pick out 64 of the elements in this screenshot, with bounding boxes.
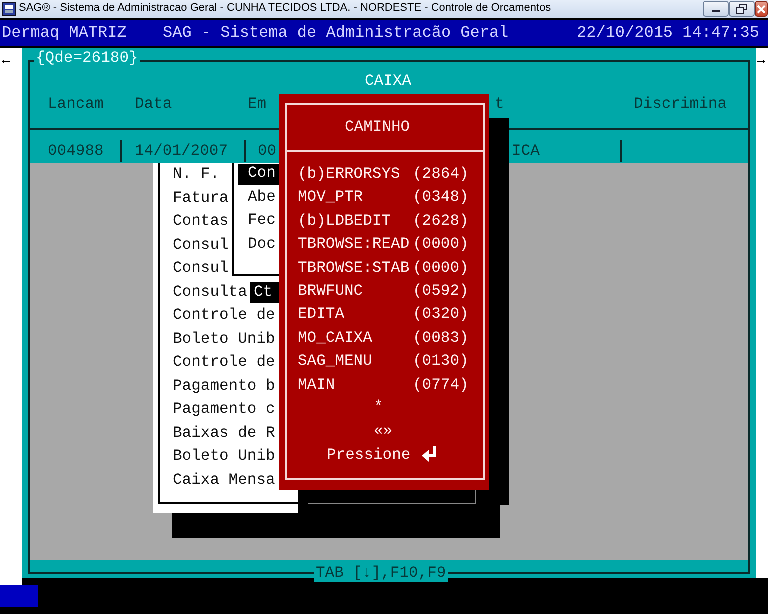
line-number: (0348) xyxy=(413,190,469,206)
call-name: EDITA xyxy=(298,307,345,323)
company-name: Dermaq MATRIZ xyxy=(2,25,127,41)
enter-icon xyxy=(421,445,439,463)
call-name: (b)ERRORSYS xyxy=(298,167,400,182)
close-button[interactable] xyxy=(755,1,768,17)
column-header: t xyxy=(495,97,504,112)
record-count: {Qde=26180} xyxy=(34,51,140,66)
call-name: BRWFUNC xyxy=(298,284,364,300)
restore-button[interactable] xyxy=(729,1,755,17)
line-number: (0320) xyxy=(413,307,469,323)
marker-text: * xyxy=(374,400,384,416)
call-name: MO_CAIXA xyxy=(298,330,372,346)
column-header: Lancam xyxy=(48,97,104,112)
menu-item[interactable]: Consul xyxy=(173,238,229,253)
call-name: TBROWSE:STAB xyxy=(298,260,410,276)
line-number: (0592) xyxy=(413,284,469,300)
line-number: (2864) xyxy=(413,167,469,182)
table-cell: 14/01/2007 xyxy=(135,144,228,160)
menu-item[interactable]: Boleto Unib xyxy=(173,332,276,347)
system-title: SAG - Sistema de Administracão Geral xyxy=(163,25,509,41)
scroll-left-arrow[interactable]: ← xyxy=(2,54,10,68)
menu-item[interactable]: Pagamento c xyxy=(173,402,276,418)
menu-item[interactable]: Pagamento b xyxy=(173,378,276,394)
menu-item[interactable]: Controle de xyxy=(173,308,276,324)
menu-item[interactable]: Contas xyxy=(173,214,229,230)
call-name: MOV_PTR xyxy=(298,190,364,206)
menu-item[interactable]: Baixas de R xyxy=(173,426,276,441)
restore-icon xyxy=(736,4,748,14)
window-title: SAG® - Sistema de Administracao Geral - CUNHA TECIDOS LTDA. - NORDESTE - Controle de Orcamentos xyxy=(19,3,552,14)
table-cell: 00 xyxy=(258,144,277,160)
call-name: TBROWSE:READ xyxy=(298,237,410,253)
line-number: (0130) xyxy=(413,354,469,370)
line-number: (0083) xyxy=(413,330,469,346)
separator-text: «» xyxy=(374,424,393,440)
call-name: (b)LDBEDIT xyxy=(298,214,392,230)
menu-item[interactable]: Boleto Unib xyxy=(173,449,276,464)
dialog-title: CAMINHO xyxy=(345,120,410,136)
line-number: (0000) xyxy=(413,260,469,276)
line-number: (2628) xyxy=(413,214,469,230)
menu-item[interactable]: Controle de xyxy=(173,355,276,370)
menu-item[interactable]: Fatura xyxy=(173,190,229,206)
table-cell: ICA xyxy=(512,144,540,160)
prompt-text: Pressione xyxy=(327,448,411,464)
panel-title: CAIXA xyxy=(365,74,412,90)
key-hint: TAB [↓],F10,F9 xyxy=(314,566,448,582)
column-header: Discrimina xyxy=(634,97,728,112)
column-header: Data xyxy=(135,97,172,112)
menu-item[interactable]: Consul xyxy=(173,261,229,276)
menu-item[interactable]: N. F. xyxy=(173,167,220,182)
table-cell: 004988 xyxy=(48,144,104,160)
menu-item[interactable]: Consulta xyxy=(173,284,248,300)
call-name: MAIN xyxy=(298,378,336,394)
line-number: (0000) xyxy=(413,237,469,253)
call-name: SAG_MENU xyxy=(298,354,372,370)
menu-item[interactable]: Caixa Mensa xyxy=(173,472,276,488)
close-icon xyxy=(757,4,766,14)
scroll-right-arrow[interactable]: → xyxy=(757,54,766,68)
column-header: Em xyxy=(248,97,267,112)
app-icon xyxy=(2,2,16,16)
date-time: 22/10/2015 14:47:35 xyxy=(577,25,760,41)
line-number: (0774) xyxy=(413,378,469,394)
minimize-button[interactable] xyxy=(703,1,729,17)
status-block xyxy=(0,585,38,607)
